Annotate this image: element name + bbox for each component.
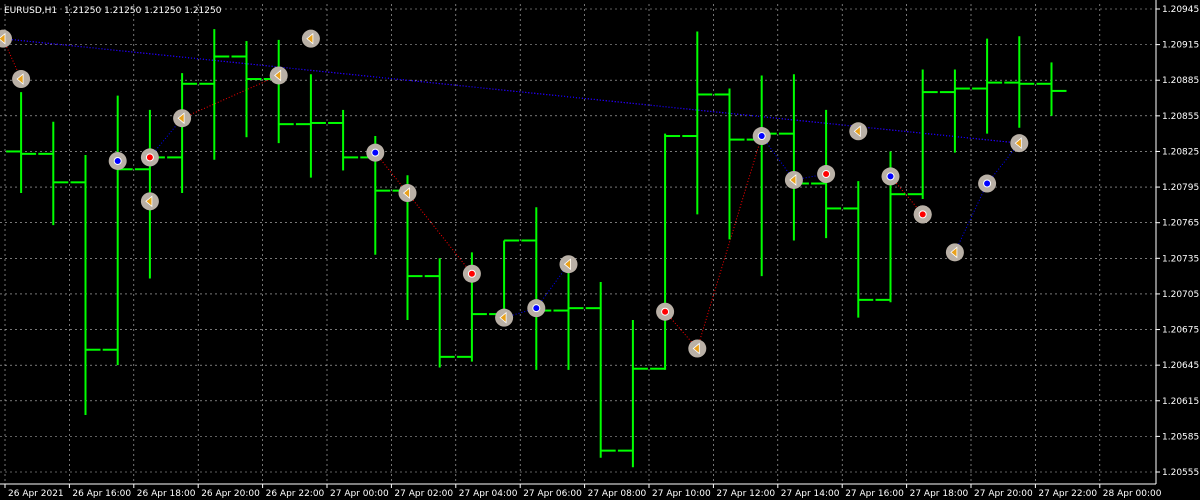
x-tick-label: 27 Apr 14:00 bbox=[781, 489, 840, 499]
y-tick-label: 1.20735 bbox=[1162, 254, 1199, 264]
y-tick-label: 1.20615 bbox=[1162, 397, 1199, 407]
plus-icon bbox=[757, 132, 766, 141]
plus-marker bbox=[108, 151, 127, 170]
y-tick-label: 1.20945 bbox=[1162, 5, 1199, 15]
price-chart[interactable]: 1.20945 1.20915 1.20885 1.20855 1.20825 1.207… bbox=[0, 0, 1200, 500]
x-tick-label: 26 Apr 2021 bbox=[8, 489, 64, 499]
y-tick-label: 1.20855 bbox=[1162, 112, 1199, 122]
x-tick-label: 27 Apr 18:00 bbox=[910, 489, 969, 499]
symbol-header: EURUSD,H1 bbox=[4, 6, 57, 16]
plus-marker bbox=[817, 165, 836, 184]
arrow-left-marker bbox=[12, 70, 31, 89]
arrow-left-marker bbox=[173, 109, 192, 128]
y-tick-label: 1.20915 bbox=[1162, 41, 1199, 51]
x-tick-label: 26 Apr 22:00 bbox=[266, 489, 325, 499]
plus-marker bbox=[656, 302, 675, 321]
x-tick-label: 26 Apr 18:00 bbox=[137, 489, 196, 499]
arrow-left-marker bbox=[1010, 134, 1029, 153]
plus-icon bbox=[145, 153, 154, 162]
plus-icon bbox=[661, 307, 670, 316]
x-tick-label: 28 Apr 00:00 bbox=[1103, 489, 1162, 499]
y-tick-label: 1.20675 bbox=[1162, 326, 1199, 336]
plus-marker bbox=[978, 174, 997, 193]
x-tick-label: 27 Apr 00:00 bbox=[330, 489, 389, 499]
arrow-left-marker bbox=[301, 29, 320, 48]
arrow-left-marker bbox=[945, 243, 964, 262]
x-tick-label: 27 Apr 06:00 bbox=[523, 489, 582, 499]
x-tick-label: 27 Apr 12:00 bbox=[716, 489, 775, 499]
x-tick-label: 27 Apr 02:00 bbox=[394, 489, 453, 499]
y-tick-label: 1.20795 bbox=[1162, 183, 1199, 193]
y-tick-label: 1.20585 bbox=[1162, 432, 1199, 442]
plus-icon bbox=[467, 269, 476, 278]
plus-marker bbox=[881, 167, 900, 186]
plus-icon bbox=[983, 179, 992, 188]
arrow-left-marker bbox=[495, 308, 514, 327]
plus-marker bbox=[913, 205, 932, 224]
plus-marker bbox=[527, 299, 546, 318]
plus-icon bbox=[113, 156, 122, 165]
x-tick-label: 26 Apr 20:00 bbox=[201, 489, 260, 499]
y-tick-label: 1.20645 bbox=[1162, 361, 1199, 371]
arrow-left-marker bbox=[784, 170, 803, 189]
y-tick-label: 1.20555 bbox=[1162, 468, 1199, 478]
x-tick-label: 27 Apr 08:00 bbox=[588, 489, 647, 499]
arrow-left-marker bbox=[269, 66, 288, 85]
arrow-left-marker bbox=[398, 184, 417, 203]
y-tick-label: 1.20765 bbox=[1162, 219, 1199, 229]
plus-icon bbox=[532, 304, 541, 313]
arrow-left-marker bbox=[140, 192, 159, 211]
plus-icon bbox=[918, 210, 927, 219]
x-tick-label: 26 Apr 16:00 bbox=[72, 489, 131, 499]
arrow-left-marker bbox=[559, 255, 578, 274]
plus-marker bbox=[140, 148, 159, 167]
x-tick-label: 27 Apr 04:00 bbox=[459, 489, 518, 499]
plus-marker bbox=[752, 127, 771, 146]
x-tick-label: 27 Apr 16:00 bbox=[845, 489, 904, 499]
plus-icon bbox=[371, 148, 380, 157]
plus-marker bbox=[366, 143, 385, 162]
ohlc-header: 1.21250 1.21250 1.21250 1.21250 bbox=[64, 6, 222, 16]
x-tick-label: 27 Apr 22:00 bbox=[1038, 489, 1097, 499]
plus-marker bbox=[462, 264, 481, 283]
y-tick-label: 1.20705 bbox=[1162, 290, 1199, 300]
x-tick-label: 27 Apr 20:00 bbox=[974, 489, 1033, 499]
arrow-left-marker bbox=[688, 339, 707, 358]
x-tick-label: 27 Apr 10:00 bbox=[652, 489, 711, 499]
arrow-left-marker bbox=[849, 122, 868, 141]
plus-icon bbox=[822, 170, 831, 179]
plus-icon bbox=[886, 172, 895, 181]
y-tick-label: 1.20885 bbox=[1162, 76, 1199, 86]
y-tick-label: 1.20825 bbox=[1162, 147, 1199, 157]
